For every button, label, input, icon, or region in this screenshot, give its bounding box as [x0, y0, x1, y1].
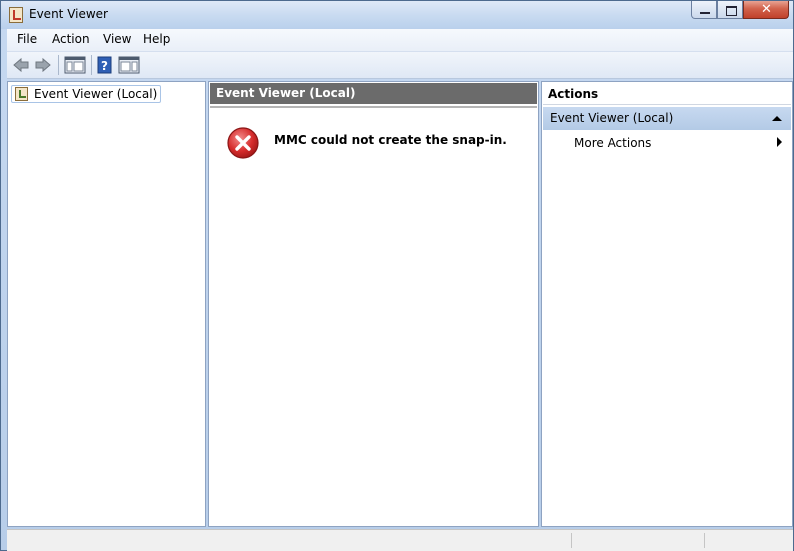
menu-view[interactable]: View: [103, 32, 131, 46]
tree-node-event-viewer-local[interactable]: Event Viewer (Local): [11, 85, 162, 103]
back-arrow-icon[interactable]: [12, 56, 30, 74]
status-bar-divider: [704, 533, 705, 548]
status-bar: [7, 529, 793, 551]
console-tree-pane[interactable]: Event Viewer (Local): [7, 81, 206, 527]
show-hide-action-pane-icon[interactable]: [118, 56, 140, 74]
svg-text:?: ?: [101, 59, 108, 73]
title-bar[interactable]: Event Viewer ✕: [1, 1, 793, 29]
error-icon: [227, 127, 259, 159]
header-divider: [210, 106, 537, 108]
actions-pane: Actions Event Viewer (Local) More Action…: [541, 81, 793, 527]
actions-group-label: Event Viewer (Local): [550, 111, 674, 125]
error-message: MMC could not create the snap-in.: [274, 133, 507, 147]
menu-help[interactable]: Help: [143, 32, 170, 46]
close-icon: ✕: [761, 2, 772, 17]
event-viewer-app-icon[interactable]: [9, 7, 23, 23]
results-pane-header: Event Viewer (Local): [210, 83, 537, 104]
collapse-up-icon[interactable]: [772, 116, 782, 121]
show-hide-console-tree-icon[interactable]: [64, 56, 86, 74]
toolbar: ?: [7, 52, 793, 79]
minimize-button[interactable]: [691, 1, 717, 19]
results-pane: Event Viewer (Local) MMC could not creat…: [208, 81, 539, 527]
maximize-icon: [726, 6, 737, 16]
actions-group-event-viewer-local[interactable]: Event Viewer (Local): [543, 107, 791, 130]
more-actions-item[interactable]: More Actions: [574, 135, 651, 151]
close-button[interactable]: ✕: [743, 1, 789, 19]
actions-header: Actions: [543, 83, 791, 105]
caption-buttons: ✕: [691, 1, 789, 21]
submenu-arrow-icon: [777, 137, 782, 147]
forward-arrow-icon[interactable]: [34, 56, 52, 74]
status-bar-divider: [571, 533, 572, 548]
menu-file[interactable]: File: [17, 32, 37, 46]
help-icon[interactable]: ?: [97, 56, 113, 74]
toolbar-separator: [91, 55, 92, 75]
event-viewer-node-icon: [15, 87, 28, 101]
toolbar-separator: [58, 55, 59, 75]
menu-action[interactable]: Action: [52, 32, 90, 46]
maximize-button[interactable]: [717, 1, 743, 19]
window-title: Event Viewer: [29, 7, 108, 21]
tree-node-label: Event Viewer (Local): [34, 87, 158, 101]
menu-bar: File Action View Help: [7, 29, 793, 52]
event-viewer-window: Event Viewer ✕ File Action View Help ? E…: [0, 0, 794, 551]
minimize-icon: [700, 12, 710, 14]
